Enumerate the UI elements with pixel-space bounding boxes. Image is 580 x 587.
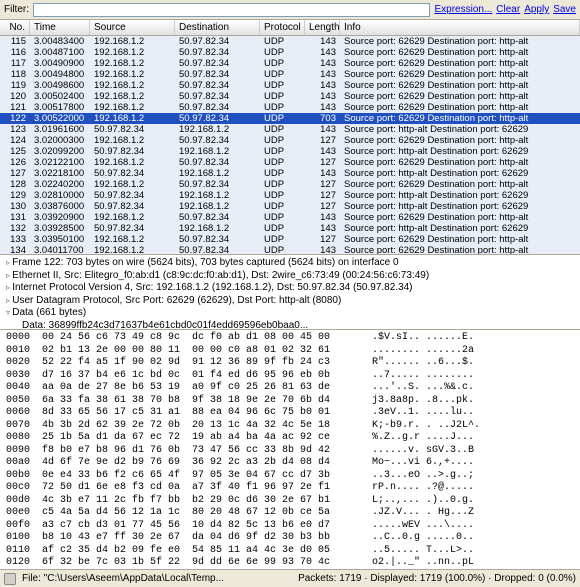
packet-row[interactable]: 1323.0392850050.97.82.34192.168.1.2UDP14… xyxy=(0,223,580,234)
packet-row[interactable]: 1213.00517800192.168.1.250.97.82.34UDP14… xyxy=(0,102,580,113)
hex-row[interactable]: 00704b 3b 2d 62 39 2e 72 0b 20 13 1c 4a … xyxy=(6,420,574,433)
col-header-length[interactable]: Length xyxy=(305,20,340,35)
filter-input[interactable] xyxy=(33,3,430,17)
packet-row[interactable]: 1163.00487100192.168.1.250.97.82.34UDP14… xyxy=(0,47,580,58)
packet-row[interactable]: 1313.03920900192.168.1.250.97.82.34UDP14… xyxy=(0,212,580,223)
hex-row[interactable]: 00f0a3 c7 cb d3 01 77 45 56 10 d4 82 5c … xyxy=(6,520,574,533)
packet-list-header: No. Time Source Destination Protocol Len… xyxy=(0,20,580,36)
status-file: File: "C:\Users\Aseem\AppData\Local\Temp… xyxy=(22,573,224,584)
hex-row[interactable]: 01206f 32 be 7c 03 1b 5f 22 9d dd 6e 6e … xyxy=(6,557,574,569)
clear-link[interactable]: Clear xyxy=(496,4,520,15)
packet-row[interactable]: 1263.02122100192.168.1.250.97.82.34UDP12… xyxy=(0,157,580,168)
filter-label: Filter: xyxy=(4,4,29,15)
hex-row[interactable]: 0040aa 0a de 27 8e b6 53 19 a0 9f c0 25 … xyxy=(6,382,574,395)
packet-row[interactable]: 1243.02000300192.168.1.250.97.82.34UDP12… xyxy=(0,135,580,146)
status-stats: Packets: 1719 · Displayed: 1719 (100.0%)… xyxy=(298,573,576,584)
hex-row[interactable]: 001002 b1 13 2e 00 00 80 11 00 00 c0 a8 … xyxy=(6,345,574,358)
hex-row[interactable]: 00a04d 6f 7e 9e d2 b9 76 69 36 92 2c a3 … xyxy=(6,457,574,470)
detail-ethernet[interactable]: Ethernet II, Src: Elitegro_f0:ab:d1 (c8:… xyxy=(6,270,574,283)
packet-row[interactable]: 1283.02240200192.168.1.250.97.82.34UDP12… xyxy=(0,179,580,190)
hex-row[interactable]: 002052 22 f4 a5 1f 90 02 9d 91 12 36 89 … xyxy=(6,357,574,370)
detail-udp[interactable]: User Datagram Protocol, Src Port: 62629 … xyxy=(6,295,574,308)
hex-row[interactable]: 00d04c 3b e7 11 2c fb f7 bb b2 29 0c d6 … xyxy=(6,495,574,508)
hex-row[interactable]: 0110af c2 35 d4 b2 09 fe e0 54 85 11 a4 … xyxy=(6,545,574,558)
packet-row[interactable]: 1203.00502400192.168.1.250.97.82.34UDP14… xyxy=(0,91,580,102)
detail-data-hex[interactable]: Data: 36899ffb24c3d71637b4e61cbd0c01f4ed… xyxy=(6,320,574,331)
col-header-destination[interactable]: Destination xyxy=(175,20,260,35)
col-header-source[interactable]: Source xyxy=(90,20,175,35)
packet-row[interactable]: 1193.00498600192.168.1.250.97.82.34UDP14… xyxy=(0,80,580,91)
packet-row[interactable]: 1183.00494800192.168.1.250.97.82.34UDP14… xyxy=(0,69,580,80)
col-header-time[interactable]: Time xyxy=(30,20,90,35)
detail-ip[interactable]: Internet Protocol Version 4, Src: 192.16… xyxy=(6,282,574,295)
packet-row[interactable]: 1223.00522000192.168.1.250.97.82.34UDP70… xyxy=(0,113,580,124)
col-header-info[interactable]: Info xyxy=(340,20,580,35)
packet-details-pane[interactable]: Frame 122: 703 bytes on wire (5624 bits)… xyxy=(0,255,580,330)
status-icon xyxy=(4,573,16,585)
hex-row[interactable]: 00e0c5 4a 5a d4 56 12 1a 1c 80 20 48 67 … xyxy=(6,507,574,520)
packet-list-pane[interactable]: No. Time Source Destination Protocol Len… xyxy=(0,20,580,255)
packet-bytes-pane[interactable]: 000000 24 56 c6 73 49 c8 9c dc f0 ab d1 … xyxy=(0,330,580,569)
packet-row[interactable]: 1253.0209920050.97.82.34192.168.1.2UDP14… xyxy=(0,146,580,157)
detail-data[interactable]: Data (661 bytes) xyxy=(6,307,574,320)
col-header-no[interactable]: No. xyxy=(0,20,30,35)
packet-row[interactable]: 1273.0221810050.97.82.34192.168.1.2UDP14… xyxy=(0,168,580,179)
hex-row[interactable]: 00b00e e4 33 b6 f2 c6 65 4f 97 05 3e 04 … xyxy=(6,470,574,483)
col-header-protocol[interactable]: Protocol xyxy=(260,20,305,35)
hex-row[interactable]: 0090f8 b0 e7 b8 96 d1 76 0b 73 47 56 cc … xyxy=(6,445,574,458)
hex-row[interactable]: 00c072 50 d1 6e e8 f3 cd 0a a7 3f 40 f1 … xyxy=(6,482,574,495)
hex-row[interactable]: 008025 1b 5a d1 da 67 ec 72 19 ab a4 ba … xyxy=(6,432,574,445)
hex-row[interactable]: 000000 24 56 c6 73 49 c8 9c dc f0 ab d1 … xyxy=(6,332,574,345)
packet-row[interactable]: 1173.00490900192.168.1.250.97.82.34UDP14… xyxy=(0,58,580,69)
filter-toolbar: Filter: Expression... Clear Apply Save xyxy=(0,0,580,20)
apply-link[interactable]: Apply xyxy=(524,4,549,15)
hex-row[interactable]: 0030d7 16 37 b4 e6 1c bd 0c 01 f4 ed d6 … xyxy=(6,370,574,383)
packet-row[interactable]: 1343.04011700192.168.1.250.97.82.34UDP14… xyxy=(0,245,580,255)
hex-row[interactable]: 00506a 33 fa 38 61 38 70 b8 9f 38 18 9e … xyxy=(6,395,574,408)
packet-row[interactable]: 1333.03950100192.168.1.250.97.82.34UDP12… xyxy=(0,234,580,245)
hex-row[interactable]: 0100b8 10 43 e7 ff 30 2e 67 da 04 d6 9f … xyxy=(6,532,574,545)
packet-row[interactable]: 1233.0196160050.97.82.34192.168.1.2UDP14… xyxy=(0,124,580,135)
status-bar: File: "C:\Users\Aseem\AppData\Local\Temp… xyxy=(0,569,580,587)
hex-row[interactable]: 00608d 33 65 56 17 c5 31 a1 88 ea 04 96 … xyxy=(6,407,574,420)
save-link[interactable]: Save xyxy=(553,4,576,15)
packet-row[interactable]: 1153.00483400192.168.1.250.97.82.34UDP14… xyxy=(0,36,580,47)
packet-row[interactable]: 1303.0387600050.97.82.34192.168.1.2UDP12… xyxy=(0,201,580,212)
packet-row[interactable]: 1293.0281000050.97.82.34192.168.1.2UDP12… xyxy=(0,190,580,201)
detail-frame[interactable]: Frame 122: 703 bytes on wire (5624 bits)… xyxy=(6,257,574,270)
expression-link[interactable]: Expression... xyxy=(434,4,492,15)
